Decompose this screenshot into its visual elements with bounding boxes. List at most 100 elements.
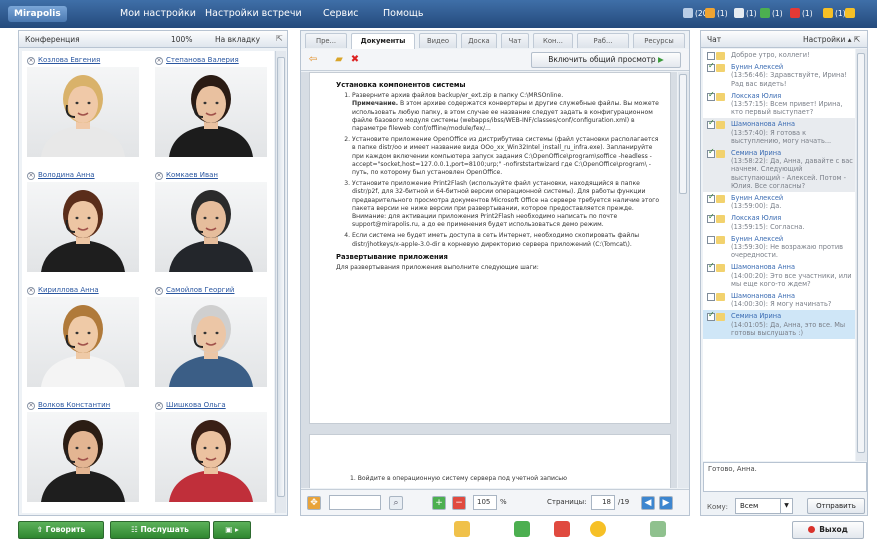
close-icon[interactable]: × <box>155 172 163 180</box>
disagree-icon[interactable] <box>554 521 570 537</box>
chat-message[interactable]: Бунин Алексей(13:59:00): Да. <box>703 192 855 212</box>
prev-page-icon[interactable]: ◀ <box>641 496 655 510</box>
camera-count[interactable]: (1) <box>705 8 728 20</box>
close-document-icon[interactable]: ✖ <box>349 54 361 66</box>
message-checkbox[interactable] <box>707 91 715 101</box>
close-icon[interactable]: × <box>27 172 35 180</box>
scrollbar-thumb[interactable] <box>857 53 865 453</box>
participant-tile[interactable]: × Волков Константин <box>24 398 142 505</box>
document-tab[interactable]: Чат <box>501 33 529 48</box>
participant-tile[interactable]: × Степанова Валерия <box>152 53 270 160</box>
chat-input[interactable]: Готово, Анна. <box>703 462 867 492</box>
next-page-icon[interactable]: ▶ <box>659 496 673 510</box>
menu-my-settings[interactable]: Мои настройки <box>120 7 196 21</box>
fit-page-icon[interactable]: ✥ <box>307 496 321 510</box>
chat-message[interactable]: Локская Юлия(13:59:15): Согласна. <box>703 212 855 232</box>
fit-to-tab-button[interactable]: На вкладку <box>215 35 260 44</box>
chat-settings-menu[interactable]: Настройки ▴ ⇱ <box>803 35 860 44</box>
participant-name[interactable]: × Волков Константин <box>27 400 142 411</box>
message-checkbox[interactable] <box>707 52 715 60</box>
participant-name[interactable]: × Козлова Евгения <box>27 55 142 66</box>
conference-zoom[interactable]: 100% <box>171 35 192 44</box>
recipient-select[interactable]: Всем ▼ <box>735 498 793 514</box>
scrollbar-thumb[interactable] <box>679 74 687 194</box>
participant-name[interactable]: × Степанова Валерия <box>155 55 270 66</box>
chat-message[interactable]: Доброе утро, коллеги! <box>703 49 855 61</box>
participant-tile[interactable]: × Кириллова Анна <box>24 283 142 390</box>
menu-service[interactable]: Сервис <box>323 7 359 21</box>
scrollbar-thumb[interactable] <box>277 57 285 497</box>
close-icon[interactable]: × <box>27 402 35 410</box>
pin-icon[interactable]: ⇱ <box>276 34 283 43</box>
document-scrollbar[interactable] <box>678 72 689 488</box>
document-tab[interactable]: Раб... <box>577 33 629 48</box>
participant-tile[interactable]: × Самойлов Георгий <box>152 283 270 390</box>
chat-message[interactable]: Шамонанова Анна(14:00:20): Это все участ… <box>703 261 855 290</box>
screen-count[interactable]: (1) <box>734 8 757 20</box>
document-tab[interactable]: Документы <box>351 33 415 49</box>
zoom-out-icon[interactable]: − <box>452 496 466 510</box>
participant-name[interactable]: × Володина Анна <box>27 170 142 181</box>
listen-button[interactable]: ☷ Послушать <box>110 521 210 539</box>
chat-message[interactable]: Семина Ирина(13:58:22): Да, Анна, давайт… <box>703 147 855 193</box>
participant-tile[interactable]: × Володина Анна <box>24 168 142 275</box>
zoom-field[interactable]: 105 <box>473 495 497 510</box>
document-tab[interactable]: Ресурсы <box>633 33 685 48</box>
document-tab[interactable]: Кон... <box>533 33 573 48</box>
back-icon[interactable]: ⇦ <box>307 54 319 66</box>
participant-name[interactable]: × Комкаев Иван <box>155 170 270 181</box>
close-icon[interactable]: × <box>155 287 163 295</box>
enable-shared-view-button[interactable]: Включить общий просмотр ▶ <box>531 52 681 68</box>
participant-name[interactable]: × Самойлов Георгий <box>155 285 270 296</box>
close-icon[interactable]: × <box>155 402 163 410</box>
page-number-field[interactable]: 18 <box>591 495 615 510</box>
zoom-in-icon[interactable]: + <box>432 496 446 510</box>
participant-name[interactable]: × Кириллова Анна <box>27 285 142 296</box>
smile-count[interactable]: (1) <box>823 8 846 20</box>
folder-icon[interactable]: ▰ <box>333 54 345 66</box>
disagree-count[interactable]: (1) <box>790 8 813 20</box>
close-icon[interactable]: × <box>27 287 35 295</box>
message-checkbox[interactable] <box>707 119 715 130</box>
chat-message[interactable]: Бунин Алексей (13:59:30): Не возражаю про… <box>703 233 855 262</box>
smile-icon[interactable] <box>590 521 606 537</box>
agree-icon[interactable] <box>514 521 530 537</box>
audio-more-button[interactable]: ▣ ▸ <box>213 521 251 539</box>
exit-button[interactable]: Выход <box>792 521 864 539</box>
menu-meeting-settings[interactable]: Настройки встречи <box>205 7 302 21</box>
message-checkbox[interactable] <box>707 148 715 159</box>
message-checkbox[interactable] <box>707 262 715 273</box>
document-tab[interactable]: Видео <box>419 33 457 48</box>
close-icon[interactable]: × <box>27 57 35 65</box>
chat-message[interactable]: Семина Ирина(14:01:05): Да, Анна, это вс… <box>703 310 855 340</box>
chat-scrollbar[interactable] <box>856 49 867 461</box>
message-checkbox[interactable] <box>707 293 715 302</box>
close-icon[interactable]: × <box>155 57 163 65</box>
message-checkbox[interactable] <box>707 62 715 73</box>
chat-message[interactable]: Локская Юлия(13:57:15): Всем привет! Ири… <box>703 90 855 119</box>
search-field[interactable] <box>329 495 381 510</box>
search-icon[interactable]: ⌕ <box>389 496 403 510</box>
message-checkbox[interactable] <box>707 235 715 244</box>
chat-message[interactable]: Бунин Алексей(13:56:46): Здравствуйте, И… <box>703 61 855 90</box>
participant-tile[interactable]: × Шишкова Ольга <box>152 398 270 505</box>
participant-name[interactable]: × Шишкова Ольга <box>155 400 270 411</box>
status-indicator[interactable] <box>845 8 857 20</box>
chat-message[interactable]: Шамонанова Анна (14:00:30): Я могу начина… <box>703 290 855 310</box>
menu-help[interactable]: Помощь <box>383 7 423 21</box>
layout-icon[interactable] <box>650 521 666 537</box>
message-checkbox[interactable] <box>707 213 715 224</box>
document-tab[interactable]: Пре... <box>305 33 347 48</box>
send-button[interactable]: Отправить <box>807 498 865 514</box>
agree-count[interactable]: (1) <box>760 8 783 20</box>
speak-button[interactable]: ⇧ Говорить <box>18 521 104 539</box>
message-checkbox[interactable] <box>707 193 715 204</box>
participant-tile[interactable]: × Комкаев Иван <box>152 168 270 275</box>
document-tab[interactable]: Доска <box>461 33 497 48</box>
participant-tile[interactable]: × Козлова Евгения <box>24 53 142 160</box>
chat-message[interactable]: Шамонанова Анна(13:57:40): Я готова к вы… <box>703 118 855 148</box>
raise-hand-icon[interactable] <box>454 521 470 537</box>
message-checkbox[interactable] <box>707 311 715 322</box>
conference-scrollbar[interactable] <box>275 51 286 513</box>
document-viewer[interactable]: Установка компонентов системы Разверните… <box>301 72 677 488</box>
